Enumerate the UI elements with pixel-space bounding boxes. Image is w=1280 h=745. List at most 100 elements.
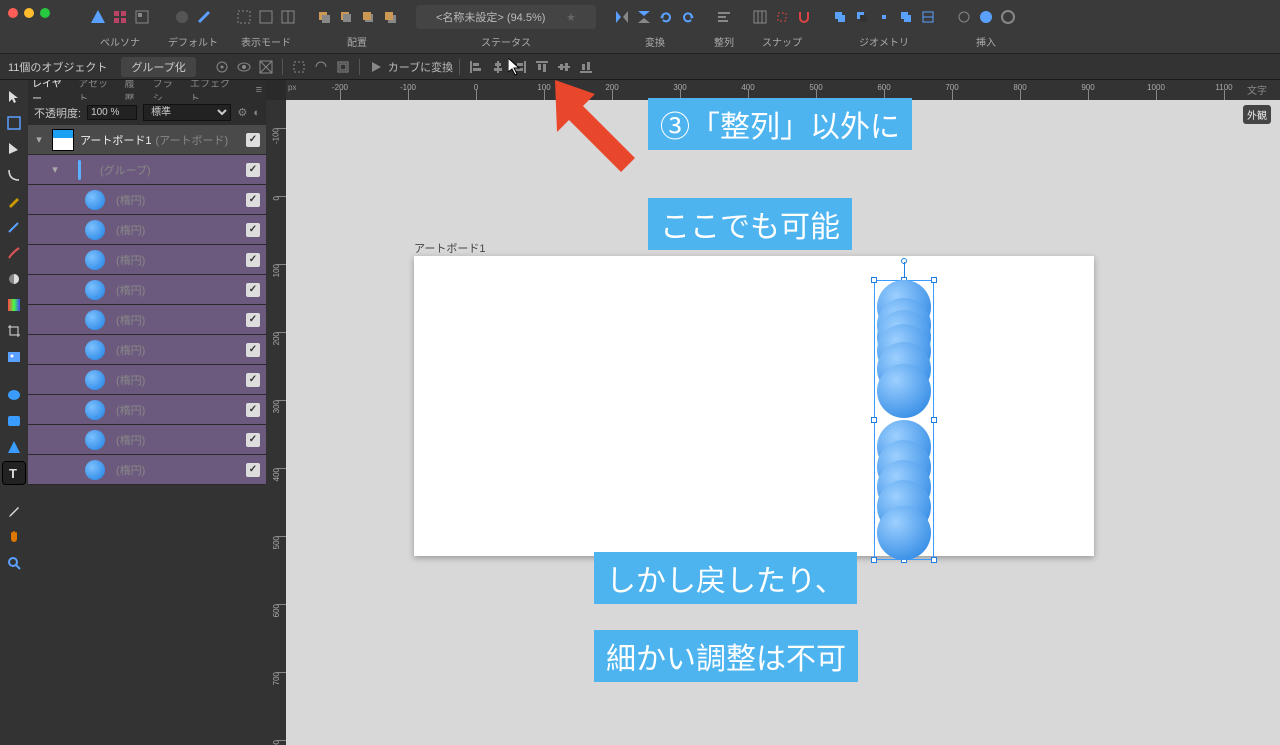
tab-text[interactable]: 文字 bbox=[1243, 80, 1271, 99]
crop-tool-icon[interactable] bbox=[3, 320, 25, 342]
ellipse-shape[interactable] bbox=[877, 364, 931, 418]
layer-row[interactable]: (楕円) bbox=[28, 245, 266, 275]
node-tool-icon[interactable] bbox=[3, 138, 25, 160]
visibility-checkbox[interactable] bbox=[246, 313, 260, 327]
layer-row[interactable]: (楕円) bbox=[28, 275, 266, 305]
insert-symbol-icon[interactable] bbox=[976, 7, 996, 27]
visibility-checkbox[interactable] bbox=[246, 403, 260, 417]
ellipse-shape[interactable] bbox=[877, 506, 931, 560]
layer-fx-icon[interactable]: ◐ bbox=[253, 107, 260, 119]
layer-row[interactable]: (楕円) bbox=[28, 305, 266, 335]
pencil-tool-icon[interactable] bbox=[3, 216, 25, 238]
geom-add-icon[interactable] bbox=[830, 7, 850, 27]
text-tool-icon[interactable]: T bbox=[3, 462, 25, 484]
fill-tool-icon[interactable] bbox=[3, 268, 25, 290]
rotate-ccw-icon[interactable] bbox=[656, 7, 676, 27]
persona-export-icon[interactable] bbox=[132, 7, 152, 27]
geom-intersect-icon[interactable] bbox=[874, 7, 894, 27]
visibility-checkbox[interactable] bbox=[246, 433, 260, 447]
corner-tool-icon[interactable] bbox=[3, 164, 25, 186]
convert-to-curves-label[interactable]: カーブに変換 bbox=[388, 59, 453, 75]
tab-appearance[interactable]: 外観 bbox=[1243, 105, 1271, 124]
default-style-stroke-icon[interactable] bbox=[194, 7, 214, 27]
show-all-icon[interactable] bbox=[234, 57, 254, 77]
pen-tool-icon[interactable] bbox=[3, 190, 25, 212]
close-icon[interactable] bbox=[8, 8, 18, 18]
snap-guide-icon[interactable] bbox=[772, 7, 792, 27]
cycle-selection-icon[interactable] bbox=[333, 57, 353, 77]
artboard-tool-icon[interactable] bbox=[3, 112, 25, 134]
geom-subtract-icon[interactable] bbox=[852, 7, 872, 27]
brush-tool-icon[interactable] bbox=[3, 242, 25, 264]
selection-group[interactable] bbox=[874, 280, 934, 560]
zoom-tool-icon[interactable] bbox=[3, 552, 25, 574]
view-pixel-icon[interactable] bbox=[234, 7, 254, 27]
layer-row[interactable]: (楕円) bbox=[28, 365, 266, 395]
layer-row[interactable]: (楕円) bbox=[28, 425, 266, 455]
resize-handle-e[interactable] bbox=[931, 417, 937, 423]
resize-handle-se[interactable] bbox=[931, 557, 937, 563]
group-button[interactable]: グループ化 bbox=[121, 57, 195, 77]
gradient-tool-icon[interactable] bbox=[3, 294, 25, 316]
snap-magnet-icon[interactable] bbox=[794, 7, 814, 27]
arrange-front-icon[interactable] bbox=[380, 7, 400, 27]
view-split-icon[interactable] bbox=[278, 7, 298, 27]
snap-grid-icon[interactable] bbox=[750, 7, 770, 27]
flip-horizontal-icon[interactable] bbox=[612, 7, 632, 27]
hide-selection-icon[interactable] bbox=[311, 57, 331, 77]
visibility-checkbox[interactable] bbox=[246, 373, 260, 387]
place-image-tool-icon[interactable] bbox=[3, 346, 25, 368]
artboard[interactable] bbox=[414, 256, 1094, 556]
layer-row[interactable]: (楕円) bbox=[28, 185, 266, 215]
geom-xor-icon[interactable] bbox=[896, 7, 916, 27]
insert-assets-icon[interactable] bbox=[954, 7, 974, 27]
align-top-icon[interactable] bbox=[532, 57, 552, 77]
visibility-checkbox[interactable] bbox=[246, 163, 260, 177]
visibility-checkbox[interactable] bbox=[246, 193, 260, 207]
convert-to-curves-play-icon[interactable] bbox=[366, 57, 386, 77]
default-style-fill-icon[interactable] bbox=[172, 7, 192, 27]
arrange-backward-icon[interactable] bbox=[336, 7, 356, 27]
lock-children-icon[interactable] bbox=[256, 57, 276, 77]
layer-row[interactable]: (楕円) bbox=[28, 455, 266, 485]
align-left-icon[interactable] bbox=[466, 57, 486, 77]
arrange-back-icon[interactable] bbox=[314, 7, 334, 27]
insert-stock-icon[interactable] bbox=[998, 7, 1018, 27]
resize-handle-ne[interactable] bbox=[931, 277, 937, 283]
move-tool-icon[interactable] bbox=[3, 86, 25, 108]
align-icon[interactable] bbox=[714, 7, 734, 27]
eyedropper-tool-icon[interactable] bbox=[3, 500, 25, 522]
blend-mode-select[interactable]: 標準 bbox=[143, 104, 231, 121]
rectangle-tool-icon[interactable] bbox=[3, 410, 25, 432]
panel-menu-icon[interactable]: ≡ bbox=[256, 84, 262, 96]
ellipse-tool-icon[interactable] bbox=[3, 384, 25, 406]
persona-pixel-icon[interactable] bbox=[110, 7, 130, 27]
rotate-cw-icon[interactable] bbox=[678, 7, 698, 27]
geom-divide-icon[interactable] bbox=[918, 7, 938, 27]
layer-row[interactable]: (楕円) bbox=[28, 335, 266, 365]
resize-handle-w[interactable] bbox=[871, 417, 877, 423]
visibility-checkbox[interactable] bbox=[246, 223, 260, 237]
expand-toggle-icon[interactable]: ▾ bbox=[48, 163, 62, 176]
arrange-forward-icon[interactable] bbox=[358, 7, 378, 27]
opacity-input[interactable] bbox=[87, 105, 137, 120]
align-center-h-icon[interactable] bbox=[488, 57, 508, 77]
hand-tool-icon[interactable] bbox=[3, 526, 25, 548]
persona-designer-icon[interactable] bbox=[88, 7, 108, 27]
visibility-checkbox[interactable] bbox=[246, 463, 260, 477]
flip-vertical-icon[interactable] bbox=[634, 7, 654, 27]
resize-handle-nw[interactable] bbox=[871, 277, 877, 283]
triangle-tool-icon[interactable] bbox=[3, 436, 25, 458]
visibility-checkbox[interactable] bbox=[246, 283, 260, 297]
layer-row[interactable]: (楕円) bbox=[28, 215, 266, 245]
visibility-checkbox[interactable] bbox=[246, 343, 260, 357]
target-icon[interactable] bbox=[212, 57, 232, 77]
align-right-icon[interactable] bbox=[510, 57, 530, 77]
layer-row[interactable]: ▾アートボード1(アートボード) bbox=[28, 125, 266, 155]
view-outline-icon[interactable] bbox=[256, 7, 276, 27]
layer-fx-gear-icon[interactable]: ⚙ bbox=[237, 106, 247, 119]
resize-handle-sw[interactable] bbox=[871, 557, 877, 563]
layer-row[interactable]: ▾(グループ) bbox=[28, 155, 266, 185]
layer-row[interactable]: (楕円) bbox=[28, 395, 266, 425]
visibility-checkbox[interactable] bbox=[246, 133, 260, 147]
